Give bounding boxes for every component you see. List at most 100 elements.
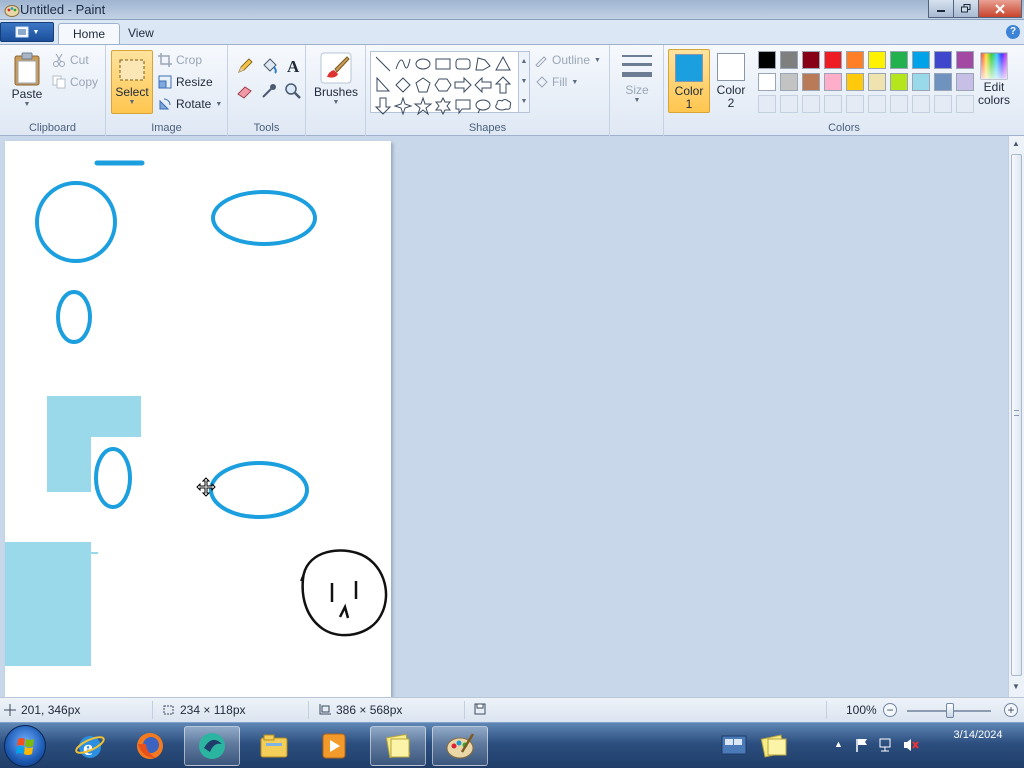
palette-empty-swatch[interactable]: [890, 95, 908, 113]
size-button[interactable]: Size ▼: [618, 51, 656, 104]
canvas-workspace[interactable]: [0, 136, 1008, 697]
crop-button[interactable]: Crop: [158, 51, 202, 69]
system-clock[interactable]: 3/14/2024: [938, 727, 1018, 743]
color-picker-tool[interactable]: [258, 80, 280, 102]
palette-empty-swatch[interactable]: [802, 95, 820, 113]
taskbar-media-app[interactable]: [184, 726, 240, 766]
zoom-out-button[interactable]: −: [883, 703, 897, 717]
text-tool[interactable]: A: [282, 55, 304, 77]
shapes-down-arrow-icon[interactable]: ▼: [519, 72, 529, 92]
taskbar-notes-folder[interactable]: [370, 726, 426, 766]
shape-down-arrow-icon[interactable]: [373, 96, 393, 116]
magnifier-tool[interactable]: [282, 80, 304, 102]
shape-hexagon-icon[interactable]: [433, 75, 453, 95]
shape-five-point-star-icon[interactable]: [413, 96, 433, 116]
shape-oval-icon[interactable]: [413, 54, 433, 74]
zoom-in-button[interactable]: +: [1004, 703, 1018, 717]
tab-home[interactable]: Home: [58, 23, 121, 44]
palette-swatch[interactable]: [934, 51, 952, 69]
shapes-expand-icon[interactable]: ▼: [519, 92, 529, 112]
taskbar-internet-explorer[interactable]: e: [62, 726, 118, 766]
shape-diamond-icon[interactable]: [393, 75, 413, 95]
show-hidden-icons-icon[interactable]: ▲: [834, 739, 843, 749]
taskbar-firefox[interactable]: [122, 726, 178, 766]
palette-swatch[interactable]: [912, 51, 930, 69]
palette-swatch[interactable]: [846, 51, 864, 69]
rotate-button[interactable]: Rotate ▼: [158, 95, 222, 113]
palette-swatch[interactable]: [912, 73, 930, 91]
scroll-down-arrow-icon[interactable]: ▼: [1012, 682, 1020, 691]
close-button[interactable]: [978, 0, 1022, 18]
shape-pentagon-icon[interactable]: [413, 75, 433, 95]
palette-swatch[interactable]: [890, 73, 908, 91]
shape-left-arrow-icon[interactable]: [473, 75, 493, 95]
palette-swatch[interactable]: [824, 73, 842, 91]
action-center-flag-icon[interactable]: [854, 737, 870, 753]
vertical-scrollbar[interactable]: ▲ ▼: [1008, 136, 1024, 697]
paste-button[interactable]: Paste ▼: [8, 51, 46, 108]
palette-swatch[interactable]: [802, 51, 820, 69]
palette-empty-swatch[interactable]: [868, 95, 886, 113]
app-menu-button[interactable]: ▼: [0, 22, 54, 42]
taskbar-paint[interactable]: [432, 726, 488, 766]
help-icon[interactable]: ?: [1006, 25, 1020, 39]
minimize-button[interactable]: [928, 0, 954, 18]
palette-swatch[interactable]: [802, 73, 820, 91]
palette-swatch[interactable]: [824, 51, 842, 69]
eraser-tool[interactable]: [234, 80, 256, 102]
palette-swatch[interactable]: [758, 51, 776, 69]
scroll-thumb[interactable]: [1011, 154, 1022, 676]
palette-empty-swatch[interactable]: [780, 95, 798, 113]
shapes-gallery-scroll[interactable]: ▲ ▼ ▼: [518, 51, 530, 113]
drawing-canvas[interactable]: [5, 141, 391, 697]
pencil-tool[interactable]: [234, 55, 256, 77]
shape-rectangle-icon[interactable]: [433, 54, 453, 74]
paint-app-icon[interactable]: [4, 2, 20, 18]
palette-swatch[interactable]: [868, 73, 886, 91]
palette-swatch[interactable]: [934, 73, 952, 91]
color2-button[interactable]: Color 2: [710, 49, 752, 113]
zoom-slider-thumb[interactable]: [946, 703, 954, 718]
taskbar-file-explorer[interactable]: [246, 726, 302, 766]
shape-up-arrow-icon[interactable]: [493, 75, 513, 95]
shape-triangle-icon[interactable]: [493, 54, 513, 74]
cut-button[interactable]: Cut: [52, 51, 89, 69]
network-icon[interactable]: [878, 737, 894, 753]
restore-button[interactable]: [953, 0, 979, 18]
shapes-up-arrow-icon[interactable]: ▲: [519, 52, 529, 72]
resize-button[interactable]: Resize: [158, 73, 213, 91]
shape-oval-callout-icon[interactable]: [473, 96, 493, 116]
palette-empty-swatch[interactable]: [758, 95, 776, 113]
palette-empty-swatch[interactable]: [824, 95, 842, 113]
shape-right-arrow-icon[interactable]: [453, 75, 473, 95]
scroll-up-arrow-icon[interactable]: ▲: [1012, 139, 1020, 148]
brushes-button[interactable]: Brushes ▼: [314, 51, 358, 106]
palette-swatch[interactable]: [890, 51, 908, 69]
shape-six-point-star-icon[interactable]: [433, 96, 453, 116]
palette-swatch[interactable]: [846, 73, 864, 91]
fill-button[interactable]: Fill ▼: [534, 73, 578, 91]
palette-swatch[interactable]: [780, 73, 798, 91]
select-button[interactable]: Select ▼: [111, 50, 153, 114]
shape-rounded-callout-icon[interactable]: [453, 96, 473, 116]
palette-empty-swatch[interactable]: [912, 95, 930, 113]
volume-muted-icon[interactable]: [902, 737, 920, 753]
shape-line-icon[interactable]: [373, 54, 393, 74]
palette-swatch[interactable]: [780, 51, 798, 69]
outline-button[interactable]: Outline ▼: [534, 51, 601, 69]
tray-notes-app[interactable]: [760, 731, 790, 762]
canvas-drawing[interactable]: [5, 141, 391, 697]
color1-button[interactable]: Color 1: [668, 49, 710, 113]
copy-button[interactable]: Copy: [52, 73, 98, 91]
fill-tool[interactable]: [258, 55, 280, 77]
palette-swatch[interactable]: [868, 51, 886, 69]
shape-cloud-callout-icon[interactable]: [493, 96, 513, 116]
shape-four-point-star-icon[interactable]: [393, 96, 413, 116]
tray-network-app[interactable]: [720, 731, 748, 762]
shape-right-triangle-icon[interactable]: [373, 75, 393, 95]
start-button[interactable]: [4, 725, 46, 767]
palette-empty-swatch[interactable]: [846, 95, 864, 113]
taskbar-media-player[interactable]: [306, 726, 362, 766]
shape-rounded-rectangle-icon[interactable]: [453, 54, 473, 74]
palette-swatch[interactable]: [758, 73, 776, 91]
